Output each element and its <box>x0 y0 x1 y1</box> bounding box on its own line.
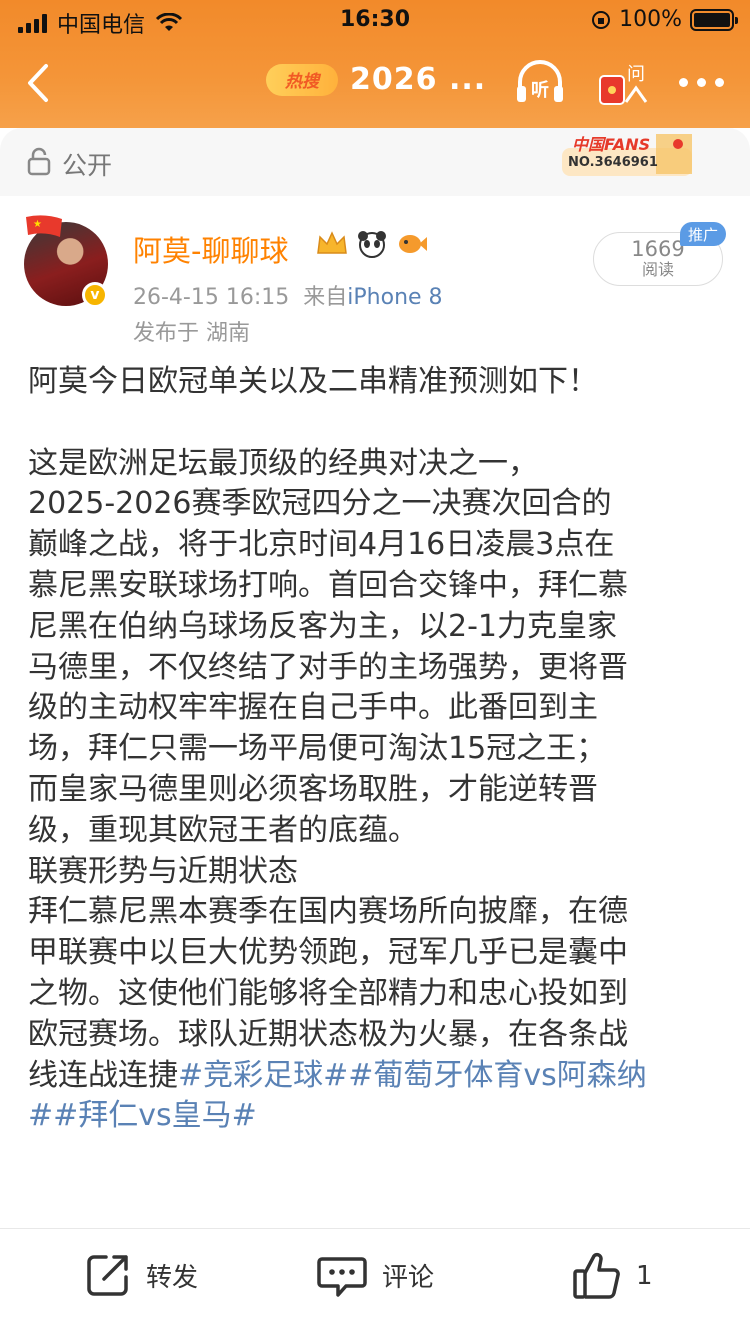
content-line: 巅峰之战，将于北京时间4月16日凌晨3点在 <box>28 527 615 563</box>
hot-search-title[interactable]: 热搜 2026 ... <box>266 62 486 97</box>
fans-badge-number: NO.3646961 <box>568 155 658 170</box>
repost-button[interactable]: 转发 <box>84 1251 198 1299</box>
read-label: 阅读 <box>641 260 674 279</box>
content-line: 慕尼黑安联球场打响。首回合交锋中，拜仁慕 <box>28 567 628 603</box>
content-line: 级的主动权牢牢握在自己手中。此番回到主 <box>28 690 598 726</box>
source-device[interactable]: iPhone 8 <box>347 285 442 310</box>
content-text: 线连战连捷 <box>28 1057 178 1093</box>
content-line: 2025-2026赛季欧冠四分之一决赛次回合的 <box>28 486 612 522</box>
content-line: 之物。这使他们能够将全部精力和忠心投如到 <box>28 975 628 1011</box>
user-badges <box>314 229 428 259</box>
content-blank-line <box>28 403 728 444</box>
flag-icon: ★ <box>26 215 62 237</box>
like-button[interactable]: 1 <box>572 1251 653 1301</box>
content-line: 尼黑在伯纳乌球场反客为主，以2-1力克皇家 <box>28 608 617 644</box>
battery-icon <box>690 8 738 31</box>
content-line: 联赛形势与近期状态 <box>28 853 298 889</box>
header: 中国电信 16:30 100% 热搜 2026 ... 听 问 <box>0 0 750 128</box>
post-meta: 26-4-15 16:15 来自iPhone 8 <box>133 279 443 311</box>
back-icon[interactable] <box>18 58 58 108</box>
nav-bar: 热搜 2026 ... 听 问 <box>0 48 750 118</box>
svg-text:听: 听 <box>531 79 549 101</box>
svg-text:问: 问 <box>627 64 645 85</box>
crown-badge-icon[interactable] <box>314 229 350 259</box>
repost-icon <box>87 1255 128 1296</box>
thumbs-up-icon <box>573 1252 620 1299</box>
svg-text:★: ★ <box>33 219 42 230</box>
repost-label: 转发 <box>146 1262 199 1293</box>
comment-label: 评论 <box>382 1262 435 1293</box>
listen-icon[interactable]: 听 <box>512 56 568 110</box>
author-name[interactable]: 阿莫-聊聊球 <box>133 228 288 270</box>
fish-badge-icon[interactable] <box>394 229 428 259</box>
hashtag-link[interactable]: #竞彩足球# <box>178 1058 348 1093</box>
content-line: 拜仁慕尼黑本赛季在国内赛场所向披靡，在德 <box>28 894 628 930</box>
hot-search-badge: 热搜 <box>266 63 338 96</box>
post-content: 阿莫今日欧冠单关以及二串精准预测如下！ 这是欧洲足坛最顶级的经典对决之一， 20… <box>28 362 728 1137</box>
ask-icon[interactable]: 问 <box>596 56 652 110</box>
status-bar: 中国电信 16:30 100% <box>0 0 750 40</box>
verified-icon: v <box>82 282 108 308</box>
content-line: 级，重现其欧冠王者的底蕴。 <box>28 812 418 848</box>
hashtag-link[interactable]: #拜仁vs皇马# <box>53 1098 257 1133</box>
content-line: 场，拜仁只需一场平局便可淘汰15冠之王； <box>28 731 607 767</box>
promote-badge[interactable]: 推广 <box>680 222 726 246</box>
content-line: 而皇家马德里则必须客场取胜，才能逆转晋 <box>28 771 598 807</box>
content-line: 欧冠赛场。球队近期状态极为火暴，在各条战 <box>28 1016 628 1052</box>
orientation-lock-icon <box>592 10 611 29</box>
content-line: 线连战连捷#竞彩足球##葡萄牙体育vs阿森纳 <box>28 1056 728 1097</box>
content-line: ##拜仁vs皇马# <box>28 1096 728 1137</box>
hashtag-link[interactable]: # <box>28 1098 53 1133</box>
like-count: 1 <box>636 1261 653 1291</box>
comment-button[interactable]: 评论 <box>316 1251 434 1299</box>
action-bar: 转发 评论 1 <box>0 1228 750 1334</box>
post-time: 26-4-15 16:15 <box>133 285 290 310</box>
panda-badge-icon[interactable] <box>356 229 388 259</box>
source-prefix: 来自 <box>303 285 348 310</box>
post-location: 发布于 湖南 <box>133 321 250 346</box>
content-line: 这是欧洲足坛最顶级的经典对决之一， <box>28 445 538 481</box>
comment-icon <box>317 1257 367 1297</box>
hashtag-link[interactable]: #葡萄牙体育vs阿森纳 <box>348 1058 647 1093</box>
page-title: 2026 ... <box>350 62 487 97</box>
battery-percent: 100% <box>619 7 682 32</box>
more-icon[interactable] <box>679 78 724 87</box>
visibility-label: 公开 <box>62 151 113 180</box>
lock-icon <box>27 147 51 176</box>
fans-badge-title: 中国FANS <box>572 135 651 154</box>
content-line: 阿莫今日欧冠单关以及二串精准预测如下！ <box>28 364 598 399</box>
content-line: 马德里，不仅终结了对手的主场强势，更将晋 <box>28 649 628 685</box>
content-line: 甲联赛中以巨大优势领跑，冠军几乎已是囊中 <box>28 935 628 971</box>
